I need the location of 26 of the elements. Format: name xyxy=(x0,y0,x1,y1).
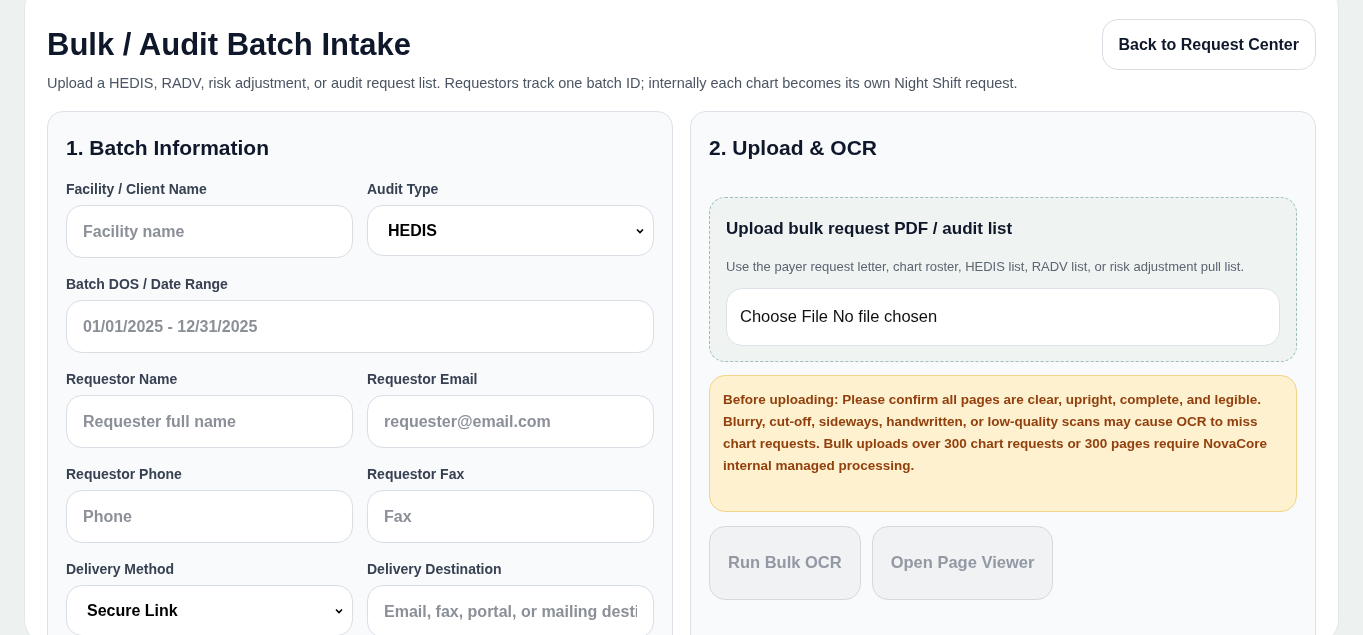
dropzone-title: Upload bulk request PDF / audit list xyxy=(726,218,1014,241)
text-input[interactable]: Fax xyxy=(367,490,654,544)
select-field[interactable]: HEDIS xyxy=(367,205,654,257)
file-input[interactable]: Choose File No file chosen xyxy=(726,287,1280,346)
field-label: Delivery Destination xyxy=(367,561,503,578)
field-label: Requestor Email xyxy=(367,371,479,388)
field-label: Requestor Fax xyxy=(367,466,466,483)
field-label: Requestor Name xyxy=(66,371,179,388)
text-input[interactable]: Facility name xyxy=(66,205,353,259)
field-label: Requestor Phone xyxy=(66,466,183,483)
dropzone-hint: Use the payer request letter, chart roster, HEDIS list, RADV list, or risk adjustment pull list. xyxy=(726,257,1246,276)
field-label: Facility / Client Name xyxy=(66,181,208,198)
text-input[interactable]: Requester full name xyxy=(66,395,353,449)
page-title: Bulk / Audit Batch Intake xyxy=(47,29,412,61)
field-label: Delivery Method xyxy=(66,561,176,578)
select-field[interactable]: Secure Link xyxy=(66,585,353,635)
field-label: Audit Type xyxy=(367,181,440,198)
field-label: Batch DOS / Date Range xyxy=(66,276,229,293)
panel-title: 1. Batch Information xyxy=(66,134,271,161)
text-input[interactable]: Phone xyxy=(66,490,353,544)
panel-title: 2. Upload & OCR xyxy=(709,134,878,161)
text-input[interactable]: 01/01/2025 - 12/31/2025 xyxy=(66,300,654,354)
back-button[interactable]: Back to Request Center xyxy=(1101,19,1316,70)
page-subtitle: Upload a HEDIS, RADV, risk adjustment, or audit request list. Requestors track one batch ID; internally each chart becomes its own Night Shift request. xyxy=(47,74,1018,93)
warning-banner: Before uploading: Please confirm all pages are clear, upright, complete, and legible. Blurry, cut-off, sideways, handwritten, or low-quality scans may cause OCR to miss chart requests. Bulk uploads over 300 chart requests or 300 pages require NovaCore internal managed processing. xyxy=(709,374,1297,512)
text-input[interactable]: requester@email.com xyxy=(367,395,654,449)
